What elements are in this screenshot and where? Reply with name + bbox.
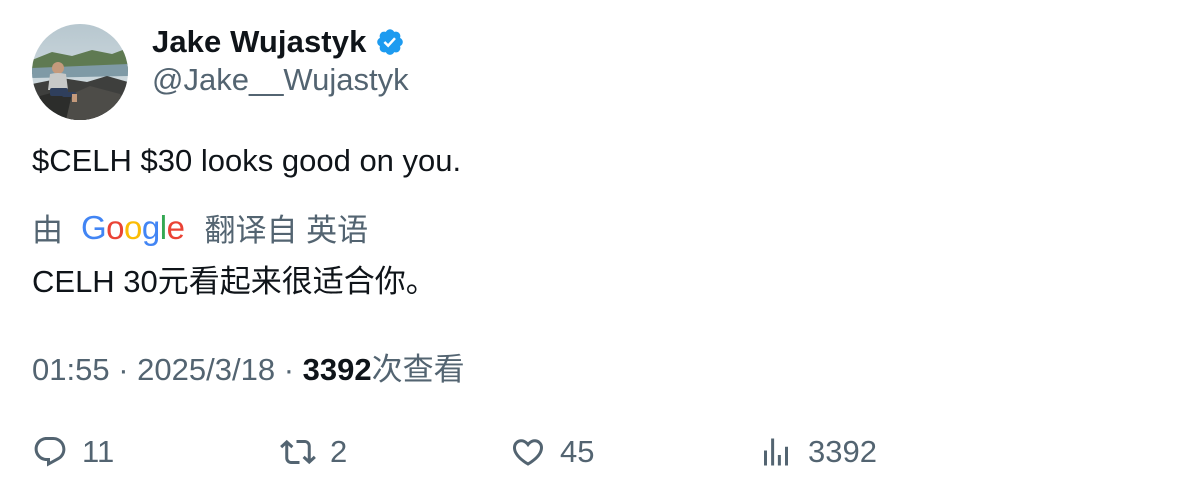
- retweet-count: 2: [330, 434, 348, 469]
- heart-icon: [510, 434, 546, 470]
- action-bar: 11 2 45 3392: [0, 428, 1196, 476]
- translation-attribution[interactable]: 由 Google 翻译自 英语: [32, 207, 369, 248]
- translation-prefix: 由: [32, 212, 63, 248]
- google-logo-icon: Google: [81, 208, 185, 246]
- tweet-meta: 01:55 · 2025/3/18 · 3392次查看: [32, 344, 465, 389]
- analytics-icon: [758, 434, 794, 470]
- retweet-icon: [280, 434, 316, 470]
- like-button[interactable]: 45: [510, 428, 594, 476]
- verified-badge-icon: [375, 27, 405, 57]
- views-count: 3392: [302, 352, 372, 387]
- tweet-date[interactable]: 2025/3/18: [137, 352, 275, 387]
- tweet-time[interactable]: 01:55: [32, 352, 110, 387]
- views-action-count: 3392: [808, 434, 877, 469]
- author-display-name[interactable]: Jake Wujastyk: [152, 24, 366, 60]
- reply-button[interactable]: 11: [32, 428, 114, 476]
- retweet-button[interactable]: 2: [280, 428, 347, 476]
- translated-tweet-text: CELH 30元看起来很适合你。: [32, 264, 437, 299]
- reply-icon: [32, 434, 68, 470]
- avatar-photo: [32, 24, 128, 120]
- meta-separator: ·: [283, 352, 295, 387]
- author-handle[interactable]: @Jake__Wujastyk: [152, 62, 409, 98]
- translation-suffix: 翻译自 英语: [204, 212, 369, 248]
- reply-count: 11: [82, 434, 115, 469]
- author-name-row[interactable]: Jake Wujastyk: [152, 22, 405, 62]
- like-count: 45: [560, 434, 595, 469]
- views-label: 次查看: [371, 352, 465, 387]
- avatar[interactable]: [32, 24, 128, 120]
- meta-separator: ·: [118, 352, 129, 387]
- views-button[interactable]: 3392: [758, 428, 877, 476]
- tweet-card: Jake Wujastyk @Jake__Wujastyk $CELH $30 …: [0, 0, 1196, 498]
- tweet-text: $CELH $30 looks good on you.: [32, 143, 462, 178]
